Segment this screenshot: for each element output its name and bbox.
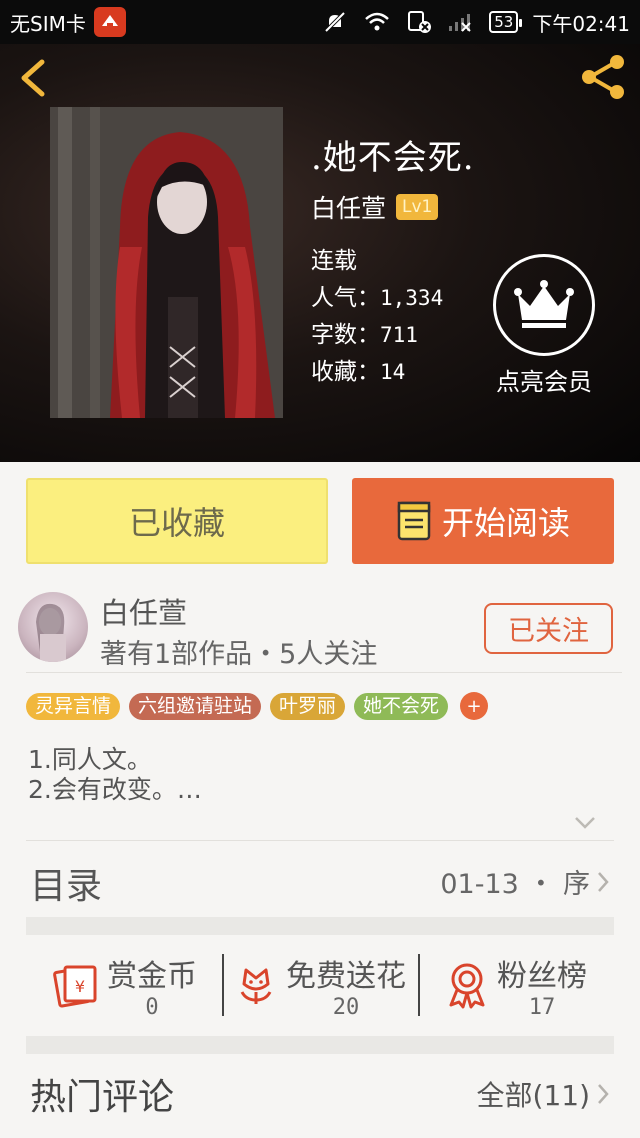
level-badge: Lv1 xyxy=(396,194,439,220)
chevron-down-icon xyxy=(575,817,595,829)
book-detail-page: 无SIM卡 53 下午02:41 .她不会死. 白任萱 Lv1 连载 人气：1,… xyxy=(0,0,640,1138)
author-name[interactable]: 白任萱 xyxy=(100,590,187,632)
tag-list: 灵异言情 六组邀请驻站 叶罗丽 她不会死 + xyxy=(26,692,489,720)
book-author[interactable]: 白任萱 xyxy=(311,189,386,225)
svg-text:¥: ¥ xyxy=(75,977,85,996)
reward-label: 免费送花 xyxy=(286,958,406,994)
book-description: 1.同人文。 2.会有改变。… xyxy=(28,745,202,804)
word-count-stat: 字数：711 xyxy=(311,322,418,348)
no-sim-icon xyxy=(405,8,433,36)
author-avatar[interactable] xyxy=(18,592,88,662)
share-icon xyxy=(582,55,624,99)
favorites-stat: 收藏：14 xyxy=(311,359,406,385)
popularity-stat: 人气：1,334 xyxy=(311,285,444,311)
tag-item[interactable]: 六组邀请驻站 xyxy=(129,692,262,720)
share-button[interactable] xyxy=(578,52,630,102)
serial-status: 连载 xyxy=(311,248,357,274)
section-divider xyxy=(26,917,614,935)
signal-icon xyxy=(447,8,475,36)
collected-button[interactable]: 已收藏 xyxy=(26,478,328,564)
reward-coins-button[interactable]: ¥ 赏金币 0 xyxy=(26,940,222,1030)
vip-crown-badge xyxy=(493,254,595,356)
start-reading-button[interactable]: 开始阅读 xyxy=(352,478,614,564)
book-info: .她不会死. 白任萱 Lv1 连载 人气：1,334 字数：711 收藏：14 xyxy=(311,130,475,391)
flower-icon xyxy=(240,968,272,1004)
chevron-right-icon xyxy=(598,1084,609,1104)
author-meta: 著有1部作品・5人关注 xyxy=(100,639,378,670)
reward-label: 赏金币 xyxy=(107,958,197,994)
hot-comments-title: 热门评论 xyxy=(30,1077,175,1118)
status-bar: 无SIM卡 53 下午02:41 xyxy=(0,0,640,44)
reward-count: 20 xyxy=(332,994,360,1020)
chevron-right-icon xyxy=(598,871,609,892)
send-flower-button[interactable]: 免费送花 20 xyxy=(222,940,418,1030)
following-button[interactable]: 已关注 xyxy=(484,603,613,654)
reward-count: 0 xyxy=(145,994,159,1020)
book-title: .她不会死. xyxy=(311,138,475,178)
tag-item[interactable]: 叶罗丽 xyxy=(270,692,346,720)
book-icon xyxy=(397,501,431,541)
section-divider xyxy=(26,1036,614,1054)
battery-indicator: 53 xyxy=(489,11,523,33)
reward-label: 粉丝榜 xyxy=(497,958,587,994)
reward-count: 17 xyxy=(528,994,556,1020)
vip-label: 点亮会员 xyxy=(496,368,592,396)
red-envelope-icon: ¥ xyxy=(53,965,97,1008)
medal-icon xyxy=(449,963,485,1009)
book-cover-image[interactable] xyxy=(50,107,283,418)
catalog-row[interactable]: 目录 01-13 ・ 序 xyxy=(0,841,640,917)
catalog-range: 01-13 ・ 序 xyxy=(440,869,590,900)
catalog-title: 目录 xyxy=(30,866,103,907)
carrier-text: 无SIM卡 xyxy=(10,11,86,36)
add-tag-button[interactable]: + xyxy=(460,692,489,720)
app-notification-icon xyxy=(93,7,126,37)
reward-bar: ¥ 赏金币 0 免费送花 20 粉丝榜 17 xyxy=(26,940,614,1030)
tag-item[interactable]: 灵异言情 xyxy=(26,692,121,720)
mute-icon xyxy=(321,8,349,36)
wifi-icon xyxy=(363,8,391,36)
clock-text: 下午02:41 xyxy=(532,11,630,36)
tag-item[interactable]: 她不会死 xyxy=(354,692,449,720)
fan-ranking-button[interactable]: 粉丝榜 17 xyxy=(418,940,614,1030)
chevron-left-icon xyxy=(21,59,45,97)
all-comments-link[interactable]: 全部(11) xyxy=(477,1074,610,1114)
crown-icon xyxy=(514,280,574,328)
divider xyxy=(26,672,622,673)
back-button[interactable] xyxy=(14,56,54,100)
activate-vip-button[interactable]: 点亮会员 xyxy=(489,254,599,397)
expand-description-button[interactable] xyxy=(572,812,598,834)
